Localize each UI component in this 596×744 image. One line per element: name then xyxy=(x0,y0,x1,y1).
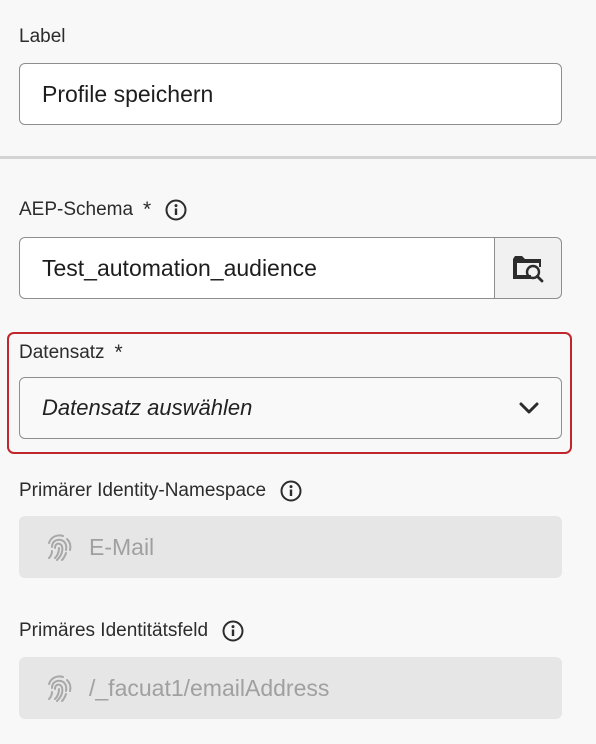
schema-required-mark: * xyxy=(143,198,152,221)
section-divider xyxy=(0,156,596,159)
folder-search-icon xyxy=(513,256,544,283)
identity-value: /_facuat1/emailAddress xyxy=(89,674,330,701)
dataset-dropdown-placeholder: Datensatz auswählen xyxy=(42,395,253,420)
schema-input[interactable]: Test_automation_audience xyxy=(19,237,496,299)
namespace-value: E-Mail xyxy=(89,533,155,560)
schema-field-label: AEP-Schema * xyxy=(19,198,187,222)
dataset-label-text: Datensatz xyxy=(19,342,105,363)
schema-label-text: AEP-Schema xyxy=(19,199,134,220)
namespace-field-label: Primärer Identity-Namespace xyxy=(19,480,302,502)
info-icon[interactable] xyxy=(222,620,244,642)
identity-field-label: Primäres Identitätsfeld xyxy=(19,620,244,642)
info-icon[interactable] xyxy=(165,199,187,221)
chevron-down-icon xyxy=(519,402,539,414)
label-field-label-text: Label xyxy=(19,26,66,47)
namespace-label-text: Primärer Identity-Namespace xyxy=(19,480,267,501)
dataset-dropdown[interactable]: Datensatz auswählen xyxy=(19,377,562,439)
label-input-value: Profile speichern xyxy=(42,80,214,107)
fingerprint-icon xyxy=(48,675,72,702)
schema-browse-button[interactable] xyxy=(494,237,562,299)
label-field-label: Label xyxy=(19,26,66,48)
dataset-required-mark: * xyxy=(114,341,123,364)
info-icon[interactable] xyxy=(280,480,302,502)
schema-input-value: Test_automation_audience xyxy=(42,254,317,281)
fingerprint-icon xyxy=(48,534,72,561)
namespace-readonly-field: E-Mail xyxy=(19,516,562,578)
identity-readonly-field: /_facuat1/emailAddress xyxy=(19,657,562,719)
properties-panel: Label Profile speichern AEP-Schema * Tes… xyxy=(0,0,596,744)
dataset-field-label: Datensatz * xyxy=(19,341,123,365)
identity-label-text: Primäres Identitätsfeld xyxy=(19,620,209,641)
label-input[interactable]: Profile speichern xyxy=(19,63,562,125)
